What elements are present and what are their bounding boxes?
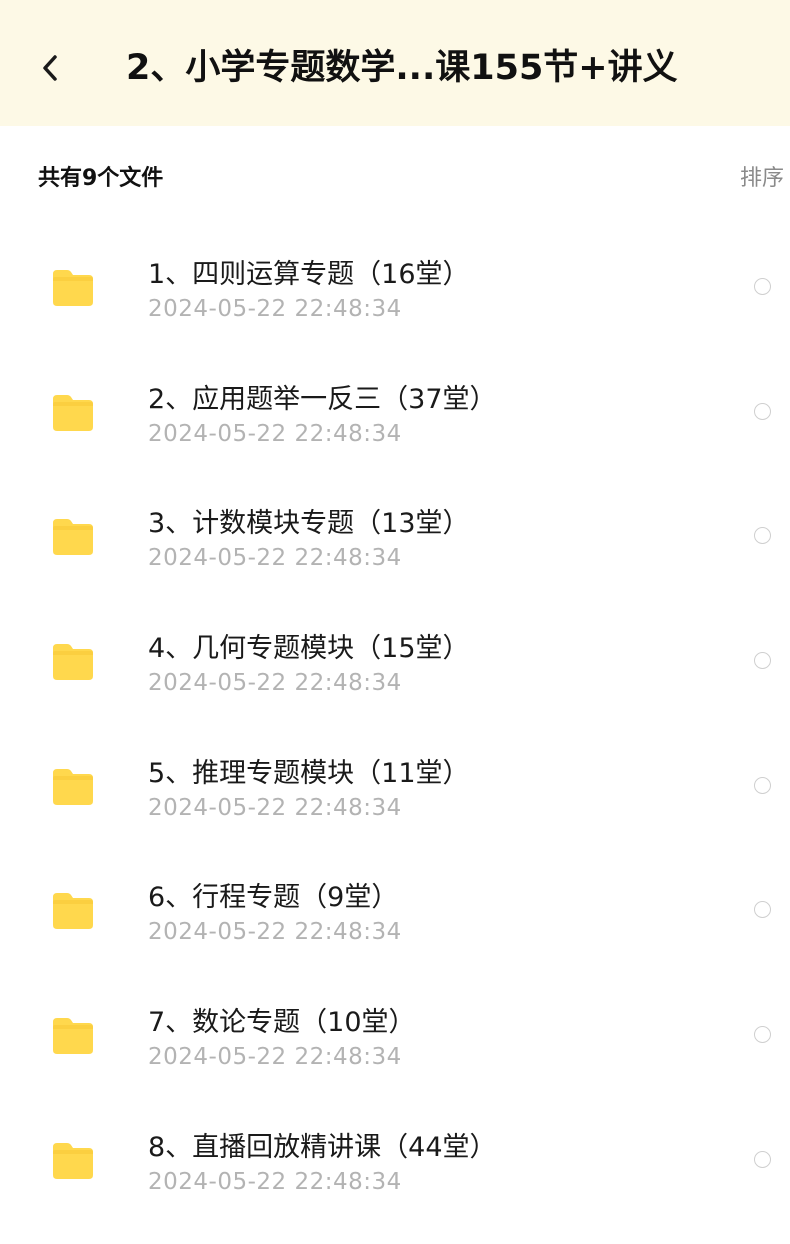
folder-icon xyxy=(53,519,93,556)
select-radio[interactable] xyxy=(754,527,771,545)
file-row-1[interactable]: 1、四则运算专题（16堂） 2024-05-22 22:48:34 xyxy=(0,226,790,351)
sort-button[interactable]: 排序 xyxy=(740,160,784,192)
file-date: 2024-05-22 22:48:34 xyxy=(148,919,402,946)
file-date: 2024-05-22 22:48:34 xyxy=(148,1168,402,1195)
file-name: 4、几何专题模块（15堂） xyxy=(148,633,470,665)
file-name: 3、计数模块专题（13堂） xyxy=(148,508,470,540)
file-name: 7、数论专题（10堂） xyxy=(148,1007,416,1039)
folder-icon xyxy=(53,1142,93,1179)
select-radio[interactable] xyxy=(754,1150,771,1168)
chevron-left-icon xyxy=(43,55,57,81)
back-button[interactable] xyxy=(28,44,72,92)
header-bar: 2、小学专题数学...课155节+讲义 xyxy=(0,0,790,126)
file-list: 1、四则运算专题（16堂） 2024-05-22 22:48:34 2、应用题举… xyxy=(0,226,790,1224)
file-name: 5、推理专题模块（11堂） xyxy=(148,757,470,789)
file-date: 2024-05-22 22:48:34 xyxy=(148,545,402,572)
file-name: 6、行程专题（9堂） xyxy=(148,882,399,914)
folder-icon xyxy=(53,893,93,930)
file-date: 2024-05-22 22:48:34 xyxy=(148,670,402,697)
folder-icon xyxy=(53,394,93,431)
file-row-2[interactable]: 2、应用题举一反三（37堂） 2024-05-22 22:48:34 xyxy=(0,351,790,476)
folder-icon xyxy=(53,1018,93,1055)
select-radio[interactable] xyxy=(754,402,771,420)
select-radio[interactable] xyxy=(754,278,771,295)
folder-icon xyxy=(53,270,93,306)
select-radio[interactable] xyxy=(754,652,771,670)
file-row-4[interactable]: 4、几何专题模块（15堂） 2024-05-22 22:48:34 xyxy=(0,600,790,725)
file-row-8[interactable]: 8、直播回放精讲课（44堂） 2024-05-22 22:48:34 xyxy=(0,1099,790,1224)
summary-bar: 共有9个文件 排序 xyxy=(0,126,790,230)
file-name: 2、应用题举一反三（37堂） xyxy=(148,383,497,415)
file-row-5[interactable]: 5、推理专题模块（11堂） 2024-05-22 22:48:34 xyxy=(0,725,790,850)
select-radio[interactable] xyxy=(754,901,771,919)
folder-icon xyxy=(53,768,93,805)
file-row-3[interactable]: 3、计数模块专题（13堂） 2024-05-22 22:48:34 xyxy=(0,475,790,600)
page-title: 2、小学专题数学...课155节+讲义 xyxy=(126,48,678,88)
file-name: 8、直播回放精讲课（44堂） xyxy=(148,1131,497,1163)
file-date: 2024-05-22 22:48:34 xyxy=(148,1044,402,1071)
file-name: 1、四则运算专题（16堂） xyxy=(148,259,470,290)
file-date: 2024-05-22 22:48:34 xyxy=(148,794,402,821)
folder-icon xyxy=(53,644,93,681)
file-row-7[interactable]: 7、数论专题（10堂） 2024-05-22 22:48:34 xyxy=(0,974,790,1099)
file-date: 2024-05-22 22:48:34 xyxy=(148,296,402,322)
file-count-label: 共有9个文件 xyxy=(38,166,164,191)
select-radio[interactable] xyxy=(754,1026,771,1044)
file-date: 2024-05-22 22:48:34 xyxy=(148,420,402,447)
file-row-6[interactable]: 6、行程专题（9堂） 2024-05-22 22:48:34 xyxy=(0,849,790,974)
select-radio[interactable] xyxy=(754,776,771,794)
